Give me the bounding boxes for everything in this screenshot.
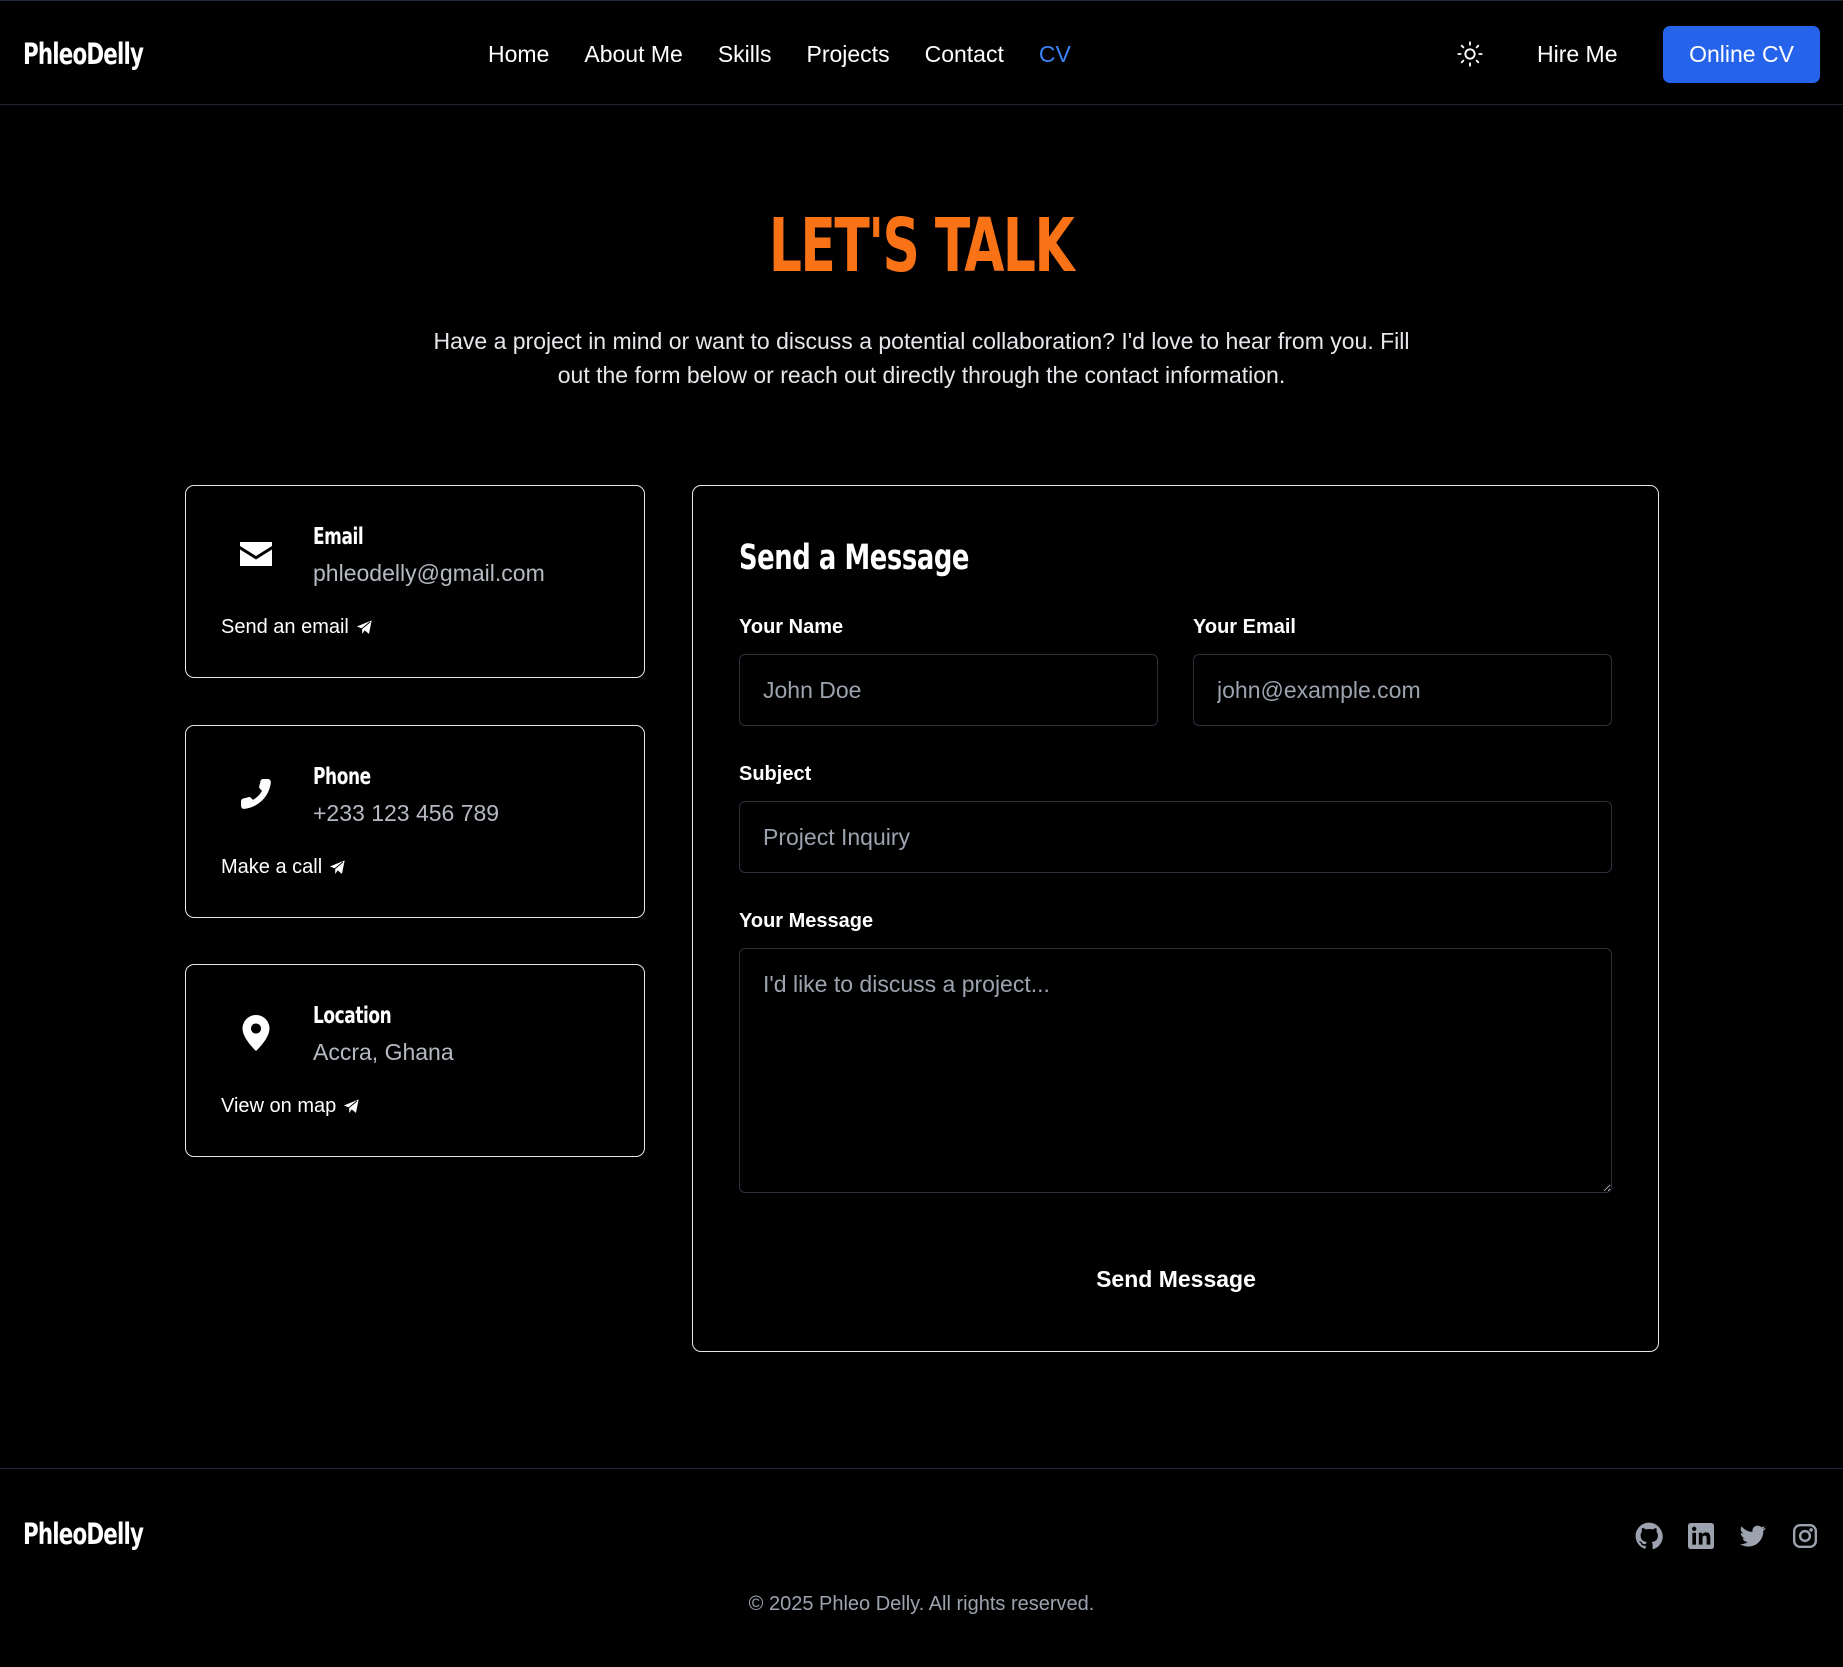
top-navigation: PhleoDelly Home About Me Skills Projects… — [0, 1, 1843, 105]
message-label: Your Message — [739, 910, 874, 932]
nav-link-home[interactable]: Home — [488, 41, 549, 69]
twitter-icon[interactable] — [1739, 1522, 1767, 1550]
social-links — [1635, 1522, 1819, 1550]
brand-logo[interactable]: PhleoDelly — [23, 37, 144, 71]
page-title: LET'S TALK — [769, 203, 1075, 289]
email-value: phleodelly@gmail.com — [313, 560, 545, 586]
paper-plane-icon — [342, 1097, 361, 1116]
instagram-icon[interactable] — [1791, 1522, 1819, 1550]
map-pin-icon — [236, 1013, 276, 1053]
copyright-text: © 2025 Phleo Delly. All rights reserved. — [748, 1593, 1095, 1615]
send-message-button[interactable]: Send Message — [1063, 1256, 1289, 1302]
github-icon[interactable] — [1635, 1522, 1663, 1550]
card-title: Location — [313, 1003, 392, 1029]
phone-icon — [236, 774, 276, 814]
send-email-link[interactable]: Send an email — [221, 616, 373, 639]
view-map-link[interactable]: View on map — [221, 1095, 361, 1118]
card-action-label: View on map — [221, 1095, 337, 1117]
card-action-label: Make a call — [221, 856, 323, 878]
location-value: Accra, Ghana — [313, 1039, 454, 1065]
name-label: Your Name — [739, 616, 844, 638]
subtitle-line-2: out the form below or reach out directly… — [557, 362, 1286, 388]
nav-link-about[interactable]: About Me — [584, 41, 682, 69]
subject-label: Subject — [739, 763, 812, 785]
paper-plane-icon — [328, 858, 347, 877]
email-label: Your Email — [1193, 616, 1296, 638]
sun-icon[interactable] — [1455, 39, 1485, 69]
name-input[interactable] — [739, 654, 1158, 726]
subject-input[interactable] — [739, 801, 1612, 873]
message-textarea[interactable] — [739, 948, 1612, 1193]
nav-link-skills[interactable]: Skills — [718, 41, 772, 69]
nav-link-projects[interactable]: Projects — [806, 41, 889, 69]
linkedin-icon[interactable] — [1687, 1522, 1715, 1550]
nav-links: Home About Me Skills Projects Contact CV — [488, 41, 1071, 69]
card-title: Phone — [313, 764, 371, 790]
page-subtitle: Have a project in mind or want to discus… — [360, 324, 1483, 392]
paper-plane-icon — [354, 618, 373, 637]
nav-link-cv[interactable]: CV — [1039, 41, 1071, 69]
phone-value: +233 123 456 789 — [313, 800, 500, 826]
footer-brand-logo[interactable]: PhleoDelly — [23, 1517, 144, 1551]
contact-form: Send a Message Your Name Your Email Subj… — [692, 485, 1659, 1352]
card-action-label: Send an email — [221, 616, 349, 638]
make-call-link[interactable]: Make a call — [221, 856, 347, 879]
location-card: Location Accra, Ghana View on map — [185, 964, 645, 1157]
email-input[interactable] — [1193, 654, 1612, 726]
nav-link-contact[interactable]: Contact — [925, 41, 1004, 69]
phone-card: Phone +233 123 456 789 Make a call — [185, 725, 645, 918]
card-title: Email — [313, 524, 364, 550]
online-cv-button[interactable]: Online CV — [1663, 26, 1820, 83]
form-title: Send a Message — [739, 538, 970, 578]
envelope-icon — [236, 534, 276, 574]
hire-me-link[interactable]: Hire Me — [1537, 41, 1618, 68]
footer-divider — [0, 1468, 1843, 1469]
email-card: Email phleodelly@gmail.com Send an email — [185, 485, 645, 678]
subtitle-line-1: Have a project in mind or want to discus… — [433, 328, 1410, 354]
